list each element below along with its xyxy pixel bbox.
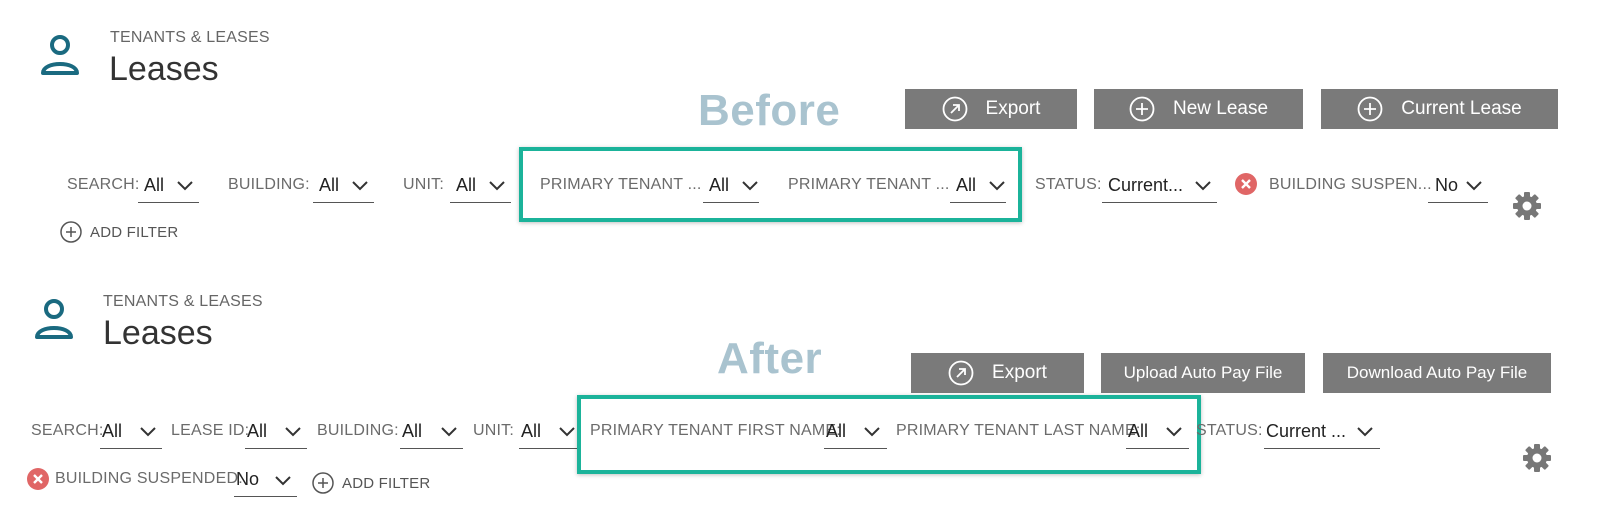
building-filter-underline bbox=[313, 202, 374, 203]
status-filter-value[interactable]: Current ... bbox=[1266, 421, 1346, 442]
tenant-first-filter-label: PRIMARY TENANT ... bbox=[540, 176, 702, 193]
remove-filter-icon[interactable] bbox=[27, 468, 49, 490]
status-filter-value[interactable]: Current... bbox=[1108, 175, 1183, 196]
person-icon bbox=[41, 35, 79, 75]
unit-filter-label: UNIT: bbox=[473, 422, 514, 439]
tenant-last-filter-value[interactable]: All bbox=[956, 175, 976, 196]
chevron-down-icon[interactable] bbox=[441, 427, 457, 437]
tenant-last-filter-underline bbox=[950, 202, 1006, 203]
add-filter-label: ADD FILTER bbox=[90, 223, 179, 241]
upload-auto-pay-button[interactable]: Upload Auto Pay File bbox=[1101, 353, 1305, 393]
suspended-filter-label: BUILDING SUSPENDED: bbox=[55, 470, 243, 487]
chevron-down-icon[interactable] bbox=[275, 476, 291, 486]
building-filter-value[interactable]: All bbox=[319, 175, 339, 196]
person-icon bbox=[35, 299, 73, 339]
export-button[interactable]: Export bbox=[911, 353, 1084, 393]
status-filter-underline bbox=[1264, 448, 1380, 449]
chevron-down-icon[interactable] bbox=[742, 181, 758, 191]
suspended-filter-label: BUILDING SUSPEN... bbox=[1269, 176, 1432, 193]
chevron-down-icon[interactable] bbox=[285, 427, 301, 437]
chevron-down-icon[interactable] bbox=[989, 181, 1005, 191]
download-auto-pay-button[interactable]: Download Auto Pay File bbox=[1323, 353, 1551, 393]
building-filter-label: BUILDING: bbox=[317, 422, 399, 439]
tenant-last-filter-value[interactable]: All bbox=[1128, 421, 1148, 442]
suspended-filter-value[interactable]: No bbox=[1435, 175, 1458, 196]
add-filter-button[interactable]: ADD FILTER bbox=[60, 221, 178, 243]
lease-id-filter-value[interactable]: All bbox=[247, 421, 267, 442]
after-annotation: After bbox=[717, 334, 823, 383]
chevron-down-icon[interactable] bbox=[1195, 181, 1211, 191]
page-title: Leases bbox=[103, 314, 213, 352]
search-filter-underline bbox=[138, 202, 199, 203]
current-lease-button[interactable]: Current Lease bbox=[1321, 89, 1558, 129]
page-title: Leases bbox=[109, 50, 219, 88]
chevron-down-icon[interactable] bbox=[1357, 427, 1373, 437]
unit-filter-value[interactable]: All bbox=[521, 421, 541, 442]
gear-icon[interactable] bbox=[1512, 191, 1542, 221]
tenant-first-filter-value[interactable]: All bbox=[826, 421, 846, 442]
chevron-down-icon[interactable] bbox=[140, 427, 156, 437]
unit-filter-label: UNIT: bbox=[403, 176, 444, 193]
plus-circle-icon bbox=[312, 472, 334, 494]
chevron-down-icon[interactable] bbox=[489, 181, 505, 191]
chevron-down-icon[interactable] bbox=[352, 181, 368, 191]
lease-id-filter-label: LEASE ID: bbox=[171, 422, 250, 439]
status-filter-label: STATUS: bbox=[1196, 422, 1263, 439]
tenant-last-filter-label: PRIMARY TENANT ... bbox=[788, 176, 950, 193]
chevron-down-icon[interactable] bbox=[864, 427, 880, 437]
before-annotation: Before bbox=[698, 86, 841, 135]
chevron-down-icon[interactable] bbox=[559, 427, 575, 437]
chevron-down-icon[interactable] bbox=[1466, 181, 1482, 191]
search-filter-value[interactable]: All bbox=[144, 175, 164, 196]
status-filter-underline bbox=[1102, 202, 1217, 203]
download-auto-pay-label: Download Auto Pay File bbox=[1346, 363, 1528, 382]
building-filter-label: BUILDING: bbox=[228, 176, 310, 193]
suspended-filter-underline bbox=[1428, 202, 1488, 203]
search-filter-value[interactable]: All bbox=[102, 421, 122, 442]
tenant-first-filter-underline bbox=[703, 202, 759, 203]
new-lease-button[interactable]: New Lease bbox=[1094, 89, 1303, 129]
export-label: Export bbox=[992, 362, 1047, 383]
export-icon bbox=[942, 96, 968, 122]
plus-circle-icon bbox=[60, 221, 82, 243]
tenant-first-filter-underline bbox=[824, 448, 887, 449]
building-filter-value[interactable]: All bbox=[402, 421, 422, 442]
add-filter-label: ADD FILTER bbox=[342, 474, 431, 492]
tenant-last-filter-underline bbox=[1126, 448, 1189, 449]
breadcrumb[interactable]: TENANTS & LEASES bbox=[103, 293, 263, 311]
breadcrumb[interactable]: TENANTS & LEASES bbox=[110, 29, 270, 47]
plus-circle-icon bbox=[1357, 96, 1383, 122]
plus-circle-icon bbox=[1129, 96, 1155, 122]
status-filter-label: STATUS: bbox=[1035, 176, 1102, 193]
unit-filter-value[interactable]: All bbox=[456, 175, 476, 196]
add-filter-button[interactable]: ADD FILTER bbox=[312, 472, 430, 494]
building-filter-underline bbox=[400, 448, 463, 449]
tenant-last-filter-label: PRIMARY TENANT LAST NAME: bbox=[896, 422, 1141, 439]
search-filter-label: SEARCH: bbox=[67, 176, 140, 193]
upload-auto-pay-label: Upload Auto Pay File bbox=[1123, 363, 1283, 382]
unit-filter-underline bbox=[519, 448, 577, 449]
export-icon bbox=[948, 360, 974, 386]
suspended-filter-underline bbox=[234, 496, 297, 497]
export-label: Export bbox=[985, 98, 1041, 119]
search-filter-label: SEARCH: bbox=[31, 422, 104, 439]
chevron-down-icon[interactable] bbox=[1166, 427, 1182, 437]
export-button[interactable]: Export bbox=[905, 89, 1077, 129]
suspended-filter-value[interactable]: No bbox=[236, 469, 259, 490]
new-lease-label: New Lease bbox=[1172, 98, 1269, 119]
chevron-down-icon[interactable] bbox=[177, 181, 193, 191]
search-filter-underline bbox=[100, 448, 162, 449]
lease-id-filter-underline bbox=[245, 448, 307, 449]
tenant-first-filter-label: PRIMARY TENANT FIRST NAME: bbox=[590, 422, 841, 439]
remove-filter-icon[interactable] bbox=[1235, 173, 1257, 195]
tenant-first-filter-value[interactable]: All bbox=[709, 175, 729, 196]
current-lease-label: Current Lease bbox=[1401, 98, 1522, 119]
unit-filter-underline bbox=[450, 202, 511, 203]
gear-icon[interactable] bbox=[1522, 443, 1552, 473]
